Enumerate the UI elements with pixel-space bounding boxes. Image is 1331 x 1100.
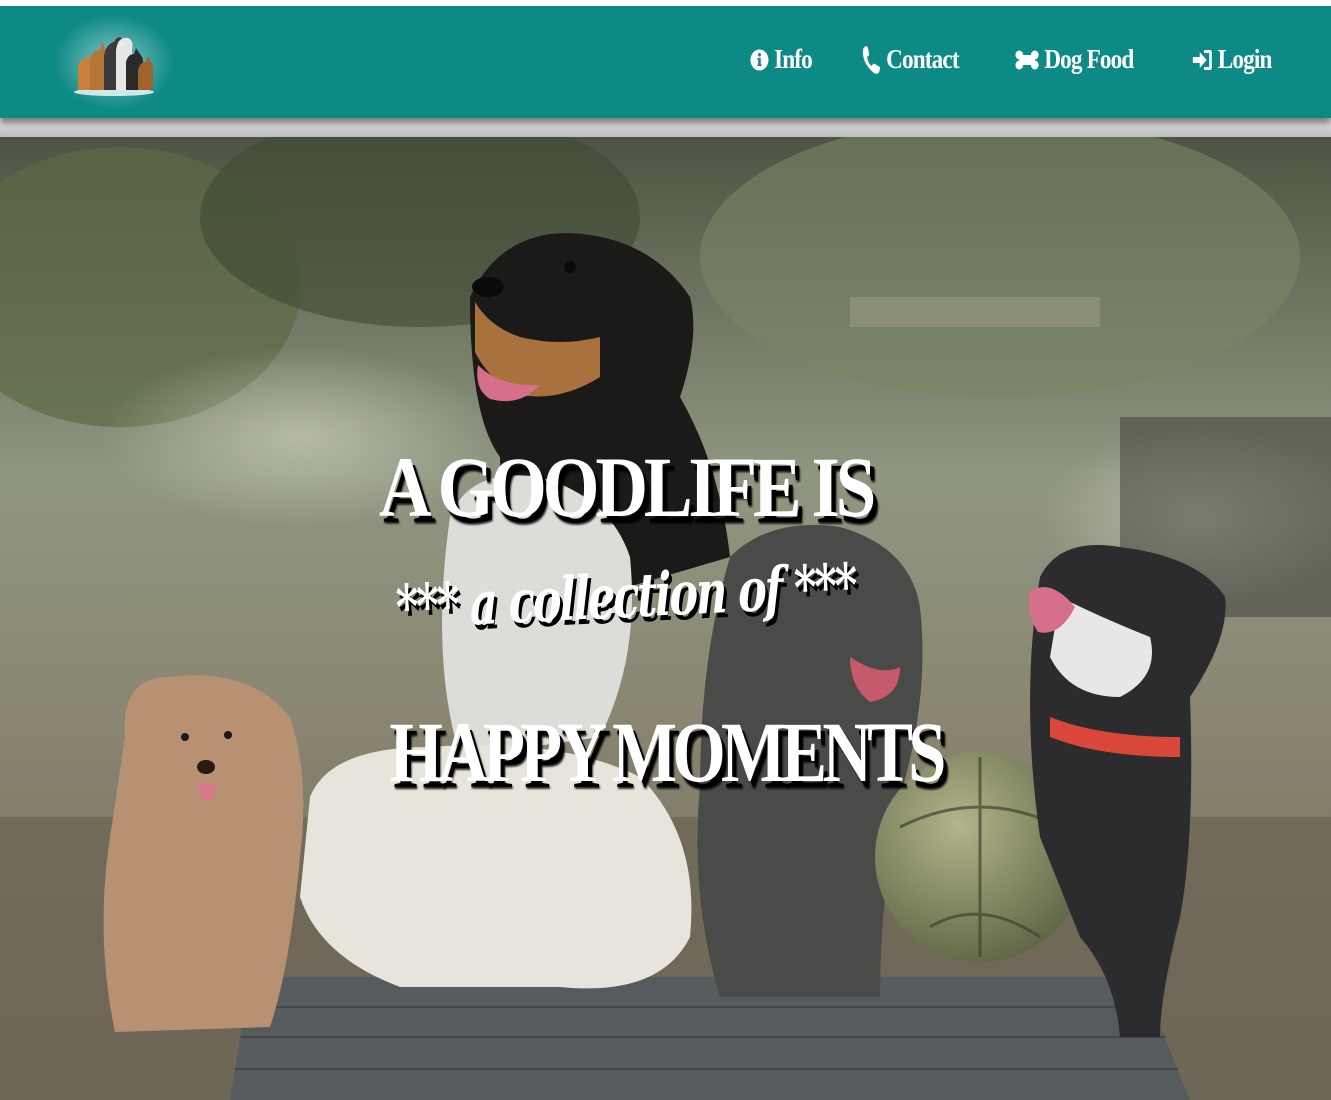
hero-headline-line1: A GOODLIFE IS [378,439,876,535]
nav-contact-link[interactable]: Contact [862,44,960,75]
phone-icon [862,45,881,75]
nav-dog-food-label: Dog Food [1043,44,1134,74]
dogs-group-logo [74,37,154,96]
site-logo[interactable] [54,14,174,110]
page: Info Contact Dog Food Login A GOODLIFE I… [0,0,1331,1100]
nav-info-label: Info [774,44,813,74]
nav-links: Info Contact Dog Food Login [750,44,1285,75]
sign-in-icon [1192,48,1213,72]
nav-dog-food-link[interactable]: Dog Food [1015,44,1134,75]
nav-login-label: Login [1218,44,1273,74]
nav-contact-label: Contact [886,44,960,74]
nav-login-link[interactable]: Login [1192,44,1273,75]
top-navbar: Info Contact Dog Food Login [0,6,1331,118]
hero-banner: A GOODLIFE IS *** a collection of *** HA… [0,137,1331,1100]
nav-info-link[interactable]: Info [750,44,813,75]
bone-icon [1015,50,1039,70]
hero-headline-line3: HAPPY MOMENTS [389,704,946,800]
navbar-divider [0,117,1331,137]
info-circle-icon [750,49,769,71]
